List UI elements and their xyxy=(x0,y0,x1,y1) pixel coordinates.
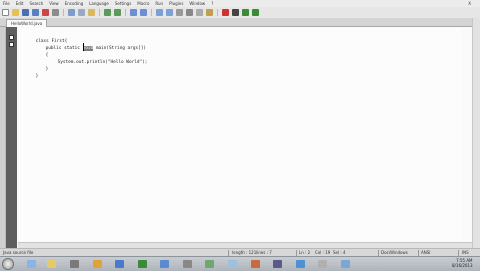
toolbar-separator xyxy=(99,9,100,16)
status-column: Col : 19 xyxy=(315,250,331,255)
replace-icon[interactable] xyxy=(140,9,147,16)
menu-settings[interactable]: Settings xyxy=(112,1,134,6)
tray-clock[interactable]: 7:55 AM 8/16/2013 xyxy=(452,258,473,268)
menu-language[interactable]: Language xyxy=(86,1,112,6)
start-button-icon[interactable] xyxy=(2,258,14,270)
indent-guide-icon[interactable] xyxy=(206,9,213,16)
status-insert-mode: INS xyxy=(462,250,469,255)
close-icon[interactable] xyxy=(42,9,49,16)
tab-bar: HelloWorld.java xyxy=(0,18,480,27)
menu-macro[interactable]: Macro xyxy=(134,1,152,6)
menu-help[interactable]: ? xyxy=(208,1,216,6)
menu-edit[interactable]: Edit xyxy=(13,1,27,6)
menu-encoding[interactable]: Encoding xyxy=(62,1,86,6)
selected-text: void xyxy=(82,46,94,51)
firefox-icon[interactable] xyxy=(93,260,102,268)
code-editor[interactable]: class First{ public static void main(Str… xyxy=(19,28,461,248)
toolbar xyxy=(0,7,480,18)
app-icon[interactable] xyxy=(160,260,169,268)
folder-icon[interactable] xyxy=(47,260,56,268)
app-icon[interactable] xyxy=(318,260,327,268)
menu-file[interactable]: File xyxy=(0,1,13,6)
tab-helloworld[interactable]: HelloWorld.java xyxy=(6,19,48,27)
explorer-icon[interactable] xyxy=(27,260,36,268)
status-line-position: Ln : 2 xyxy=(299,250,311,255)
toolbar-separator xyxy=(63,9,64,16)
code-line: } xyxy=(35,74,39,79)
copy-icon[interactable] xyxy=(78,9,85,16)
stop-macro-icon[interactable] xyxy=(232,9,239,16)
mouse-cursor-icon xyxy=(83,43,84,51)
app-icon[interactable] xyxy=(273,260,282,268)
media-player-icon[interactable] xyxy=(70,260,79,268)
app-icon[interactable] xyxy=(296,260,305,268)
menu-plugins[interactable]: Plugins xyxy=(166,1,186,6)
vertical-scrollbar[interactable] xyxy=(472,18,480,248)
open-folder-icon[interactable] xyxy=(12,9,19,16)
chrome-icon[interactable] xyxy=(138,260,147,268)
show-all-chars-icon[interactable] xyxy=(196,9,203,16)
save-all-icon[interactable] xyxy=(32,9,39,16)
app-icon[interactable] xyxy=(251,260,260,268)
zoom-out-icon[interactable] xyxy=(166,9,173,16)
toolbar-separator xyxy=(125,9,126,16)
toolbar-separator xyxy=(217,9,218,16)
tray-date: 8/16/2013 xyxy=(452,262,473,268)
app-icon[interactable] xyxy=(341,260,350,268)
taskbar: 7:55 AM 8/16/2013 xyxy=(0,256,480,271)
save-icon[interactable] xyxy=(22,9,29,16)
print-icon[interactable] xyxy=(52,9,59,16)
fold-toggle-icon[interactable] xyxy=(9,35,14,40)
word-icon[interactable] xyxy=(115,260,124,268)
tab-label: HelloWorld.java xyxy=(11,21,43,26)
status-encoding: ANSI xyxy=(421,250,431,255)
menu-window[interactable]: Window xyxy=(186,1,208,6)
status-selection: Sel : 4 xyxy=(333,250,346,255)
word-wrap-icon[interactable] xyxy=(186,9,193,16)
menu-search[interactable]: Search xyxy=(26,1,46,6)
undo-icon[interactable] xyxy=(104,9,111,16)
status-file-type: Java source file xyxy=(3,250,34,255)
paste-icon[interactable] xyxy=(88,9,95,16)
cmd-icon[interactable] xyxy=(183,260,192,268)
status-length: length : 121 xyxy=(232,250,257,255)
code-line: System.out.println("Hello World"); xyxy=(57,60,148,65)
record-macro-icon[interactable] xyxy=(222,9,229,16)
menu-run[interactable]: Run xyxy=(152,1,166,6)
sync-scroll-icon[interactable] xyxy=(176,9,183,16)
fold-margin xyxy=(6,27,17,248)
toolbar-separator xyxy=(151,9,152,16)
redo-icon[interactable] xyxy=(114,9,121,16)
cut-icon[interactable] xyxy=(68,9,75,16)
fold-toggle-icon[interactable] xyxy=(9,42,14,47)
app-icon[interactable] xyxy=(228,260,237,268)
run-macro-multiple-icon[interactable] xyxy=(252,9,259,16)
new-file-icon[interactable] xyxy=(2,9,9,16)
play-macro-icon[interactable] xyxy=(242,9,249,16)
status-lines: lines : 7 xyxy=(256,250,272,255)
close-document-button[interactable]: X xyxy=(465,1,474,6)
notepad-plus-plus-icon[interactable] xyxy=(205,260,214,268)
code-line: public static void main(String args[]) xyxy=(45,46,147,51)
status-eol: Dos\Windows xyxy=(381,250,408,255)
find-icon[interactable] xyxy=(130,9,137,16)
zoom-in-icon[interactable] xyxy=(156,9,163,16)
menu-bar: File Edit Search View Encoding Language … xyxy=(0,0,480,7)
menu-view[interactable]: View xyxy=(46,1,62,6)
